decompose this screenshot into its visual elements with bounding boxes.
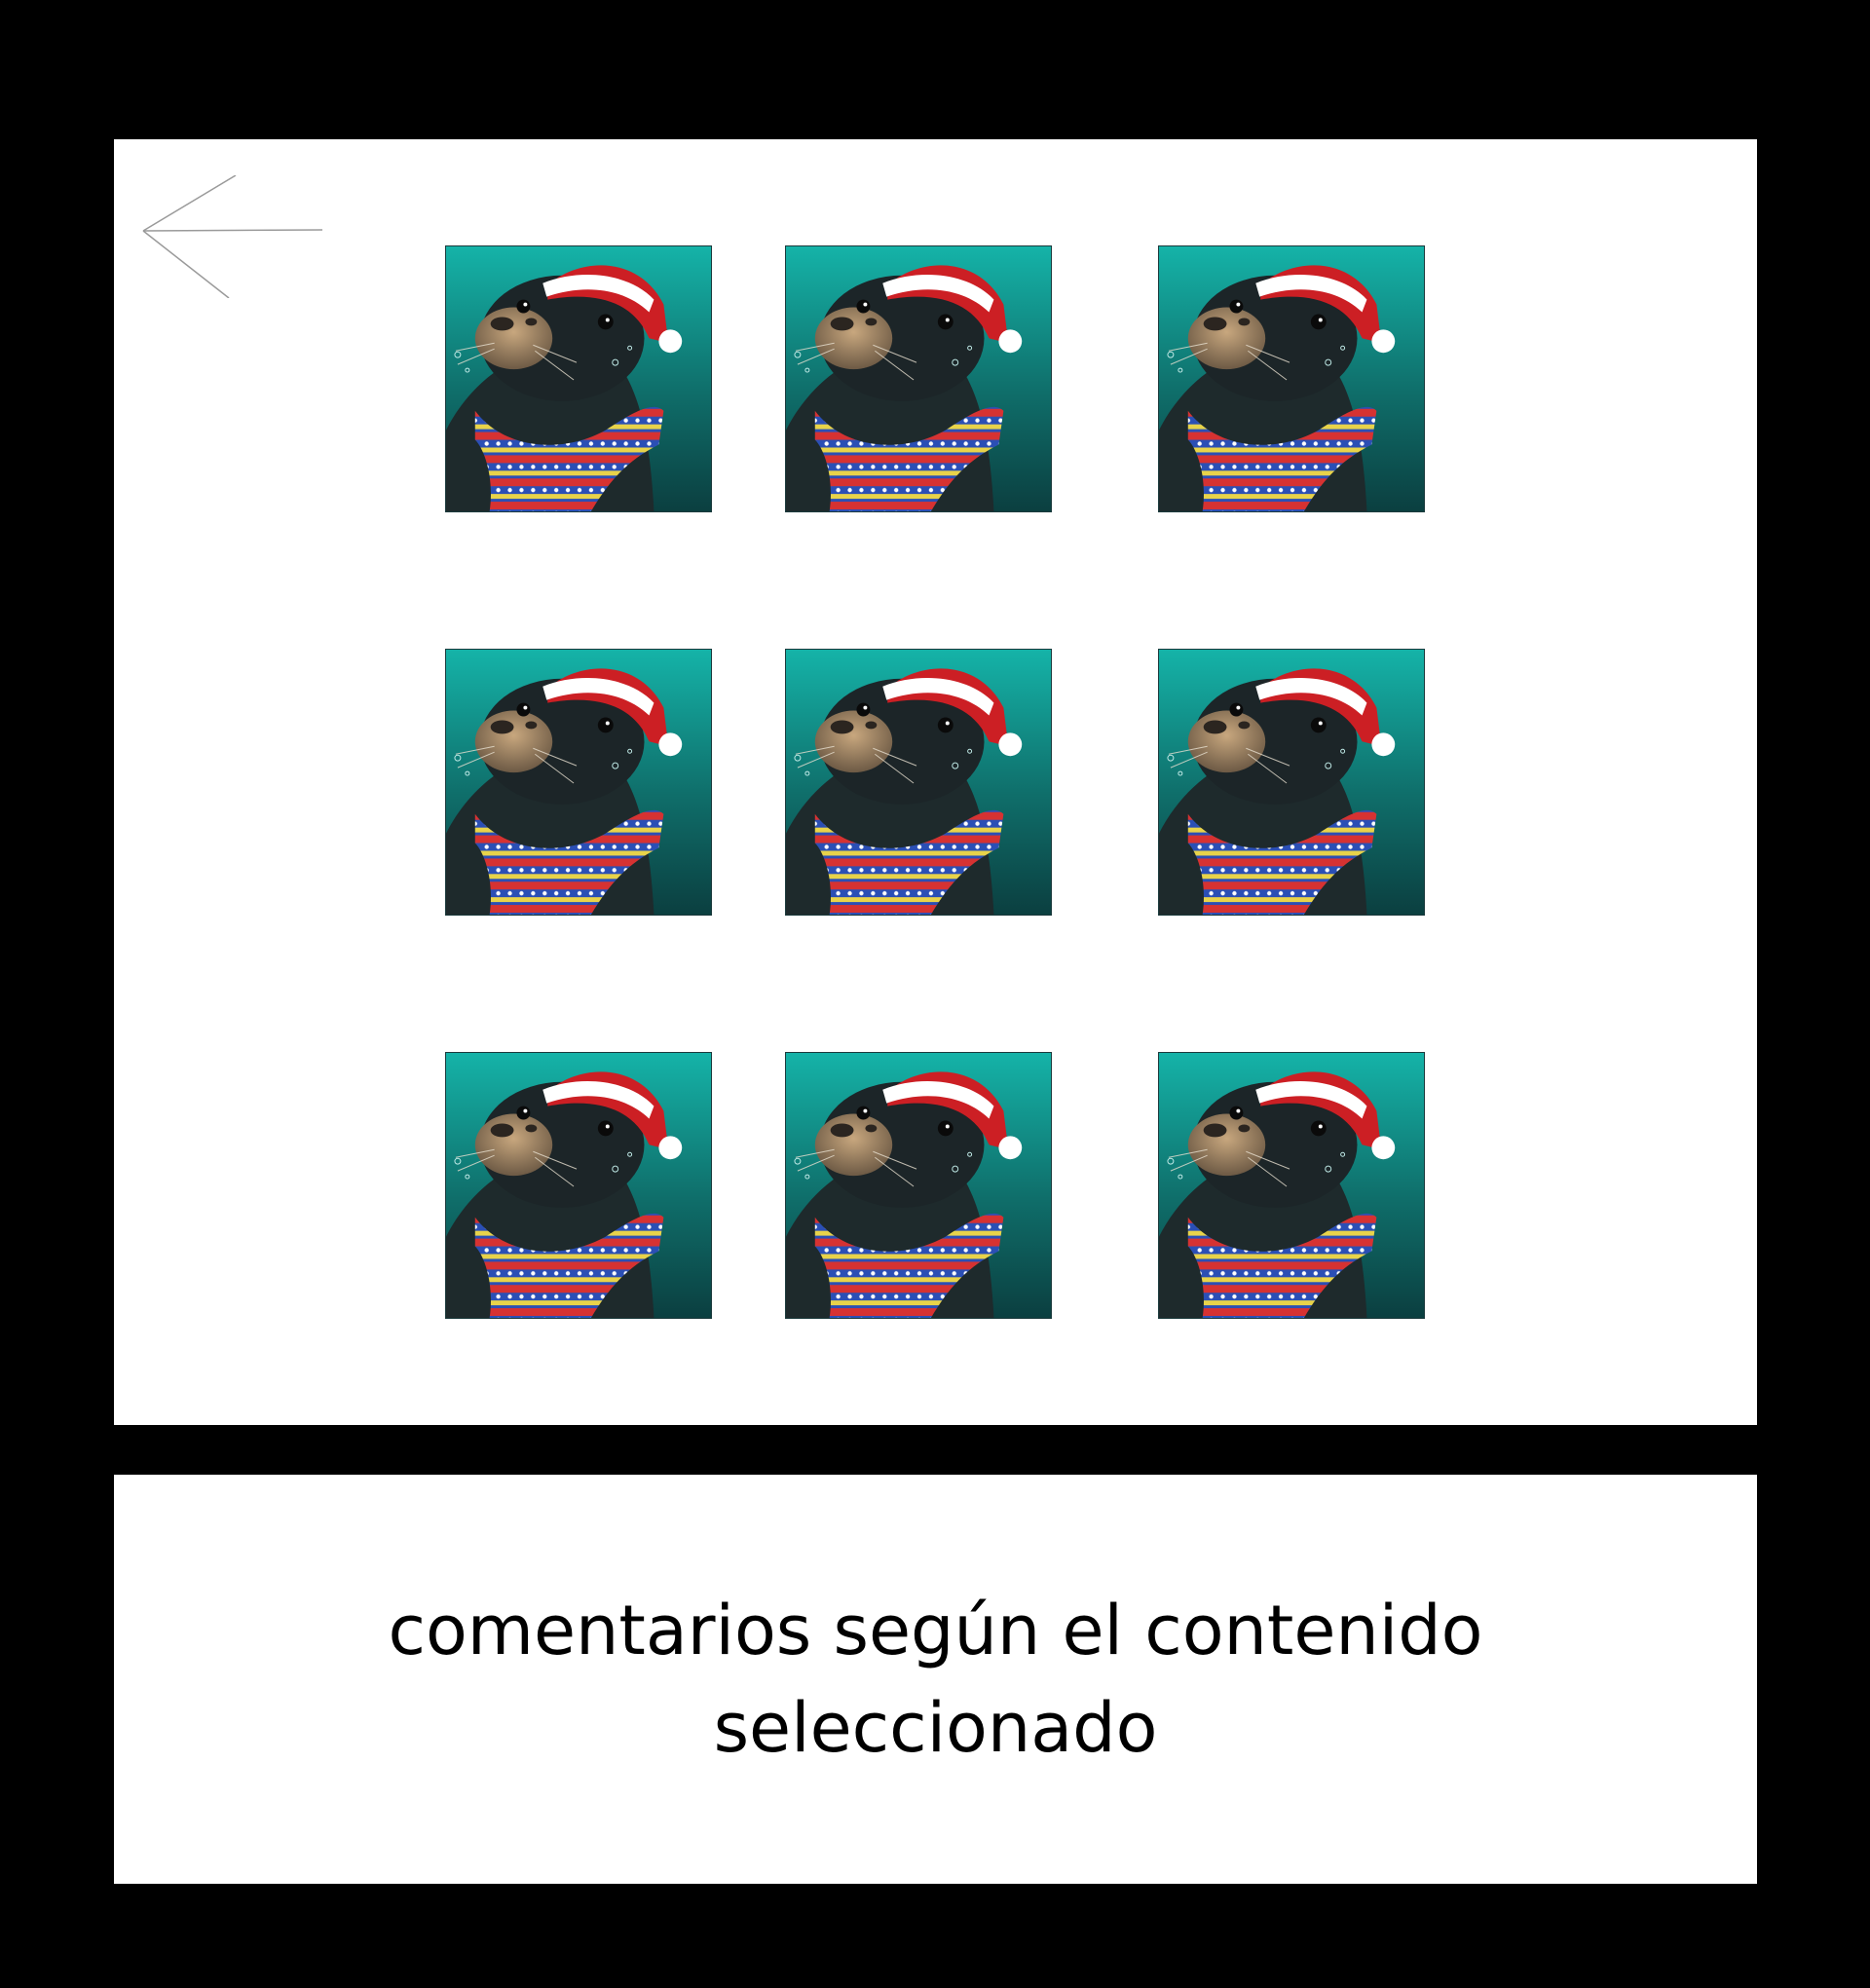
comments-panel: comentarios según el contenido seleccion… [114, 1475, 1757, 1884]
gallery-thumbnail[interactable] [785, 245, 1052, 512]
gallery-thumbnail[interactable] [445, 1052, 712, 1319]
gallery-thumbnail[interactable] [445, 245, 712, 512]
gallery-thumbnail[interactable] [785, 1052, 1052, 1319]
gallery-thumbnail[interactable] [445, 649, 712, 916]
gallery-thumbnail[interactable] [1158, 649, 1425, 916]
image-gallery-panel [114, 139, 1757, 1425]
comments-text: comentarios según el contenido seleccion… [388, 1591, 1483, 1768]
arrow-left-icon[interactable] [141, 175, 322, 298]
gallery-thumbnail[interactable] [785, 649, 1052, 916]
gallery-thumbnail[interactable] [1158, 245, 1425, 512]
gallery-thumbnail[interactable] [1158, 1052, 1425, 1319]
